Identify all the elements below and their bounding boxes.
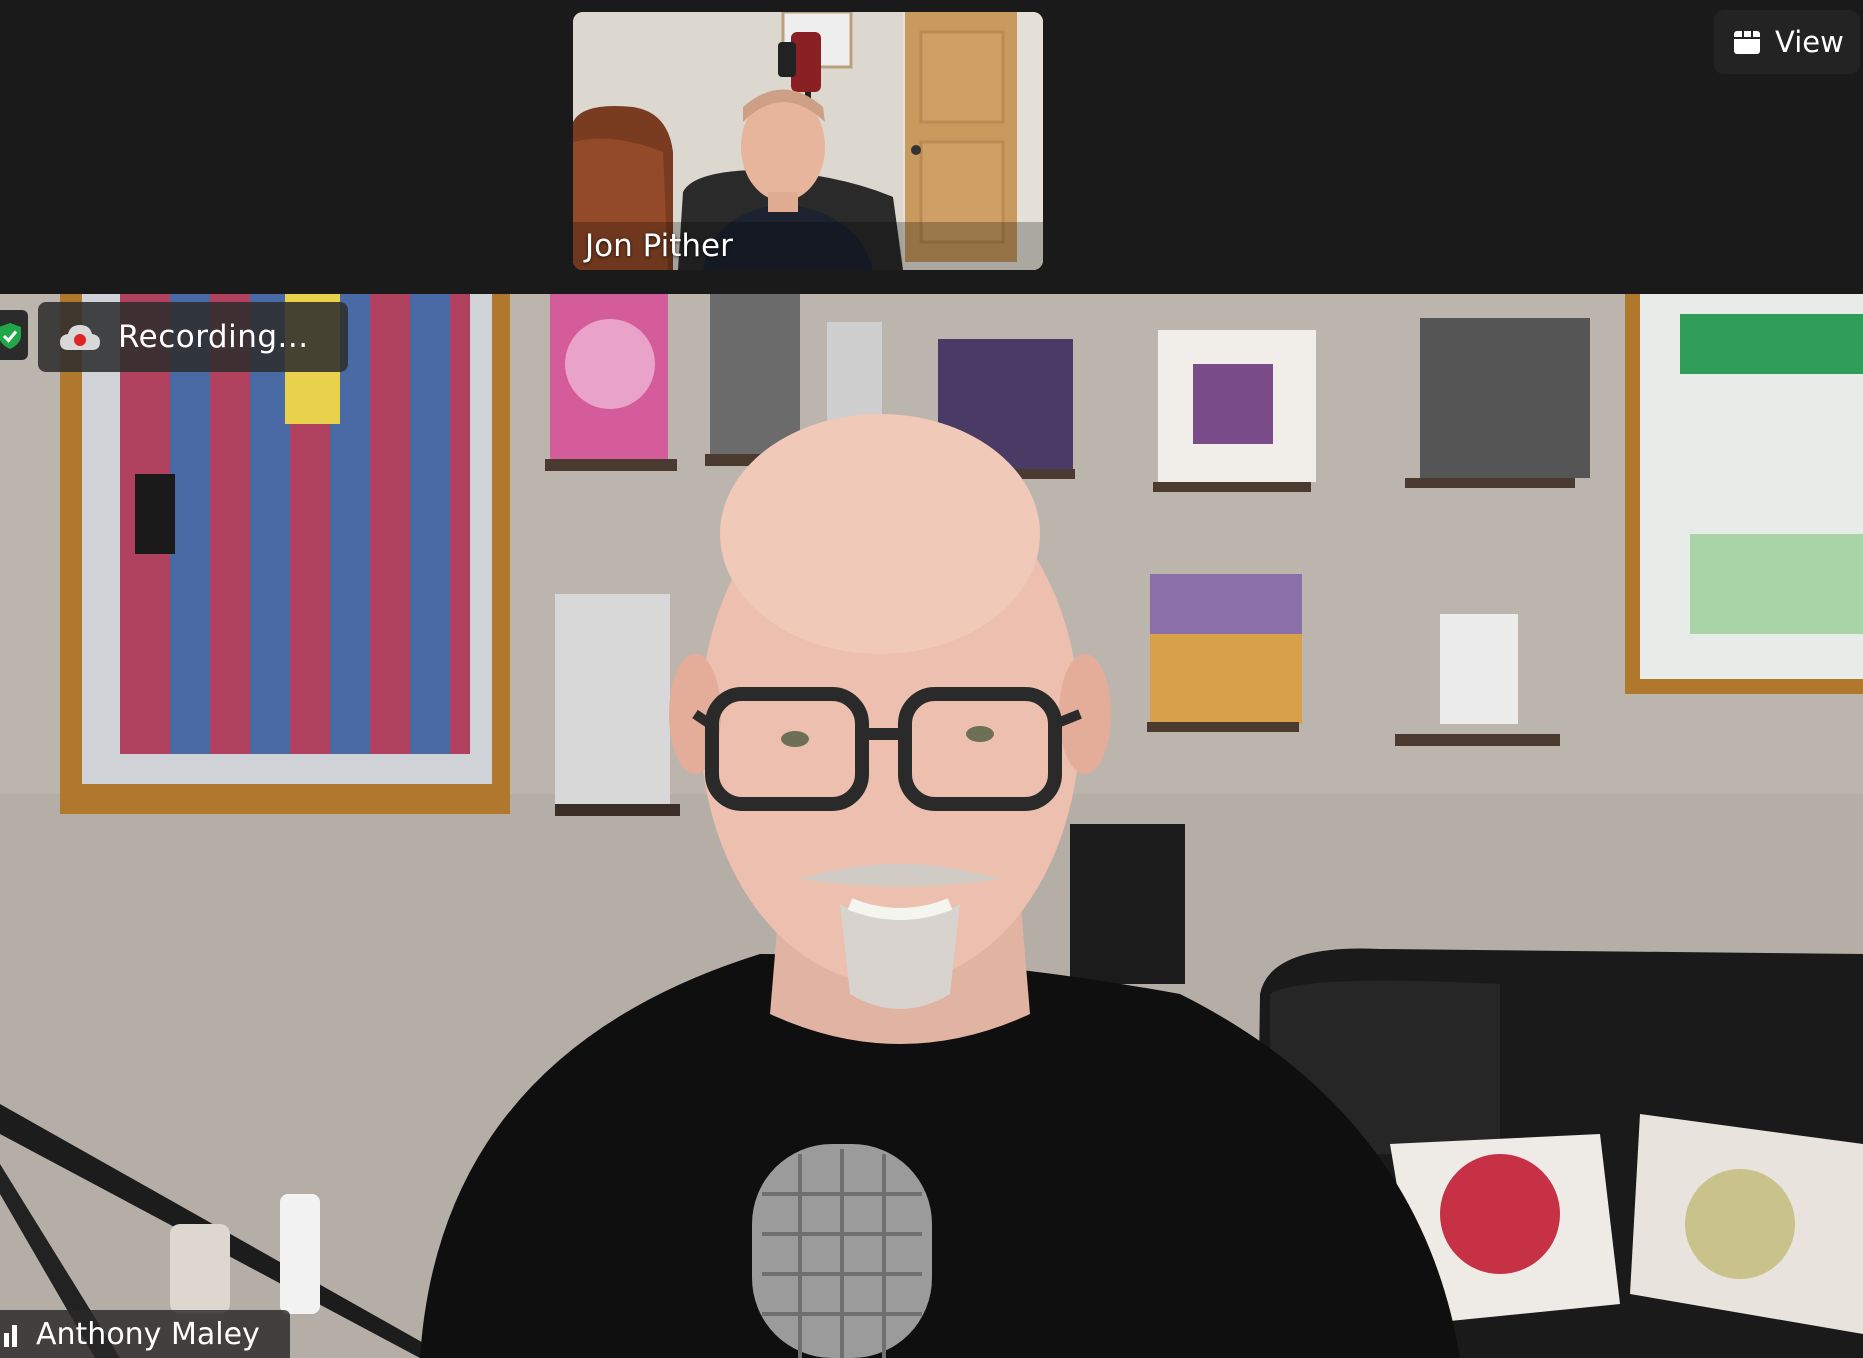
view-button[interactable]: View (1714, 10, 1860, 74)
signal-strength-icon (4, 1325, 17, 1347)
shield-check-icon (0, 323, 21, 349)
thumbnail-strip: Jon Pither View (0, 0, 1863, 294)
speaker-name-label: Anthony Maley (36, 1316, 260, 1352)
speaker-name-tag: Anthony Maley (0, 1310, 290, 1358)
recording-status-label: Recording... (118, 319, 309, 355)
view-button-label: View (1775, 25, 1844, 59)
participant-name-label: Jon Pither (585, 228, 733, 264)
encryption-badge[interactable] (0, 310, 28, 360)
active-speaker-tile[interactable]: Recording... Anthony Maley (0, 294, 1863, 1358)
grid-view-icon (1734, 31, 1760, 54)
cloud-record-icon (60, 325, 100, 350)
video-meeting-window: Jon Pither View Recording... Anthony Mal… (0, 0, 1863, 1358)
active-speaker-video (0, 294, 1863, 1358)
recording-indicator[interactable]: Recording... (38, 302, 348, 372)
participant-thumbnail[interactable]: Jon Pither (573, 12, 1043, 270)
